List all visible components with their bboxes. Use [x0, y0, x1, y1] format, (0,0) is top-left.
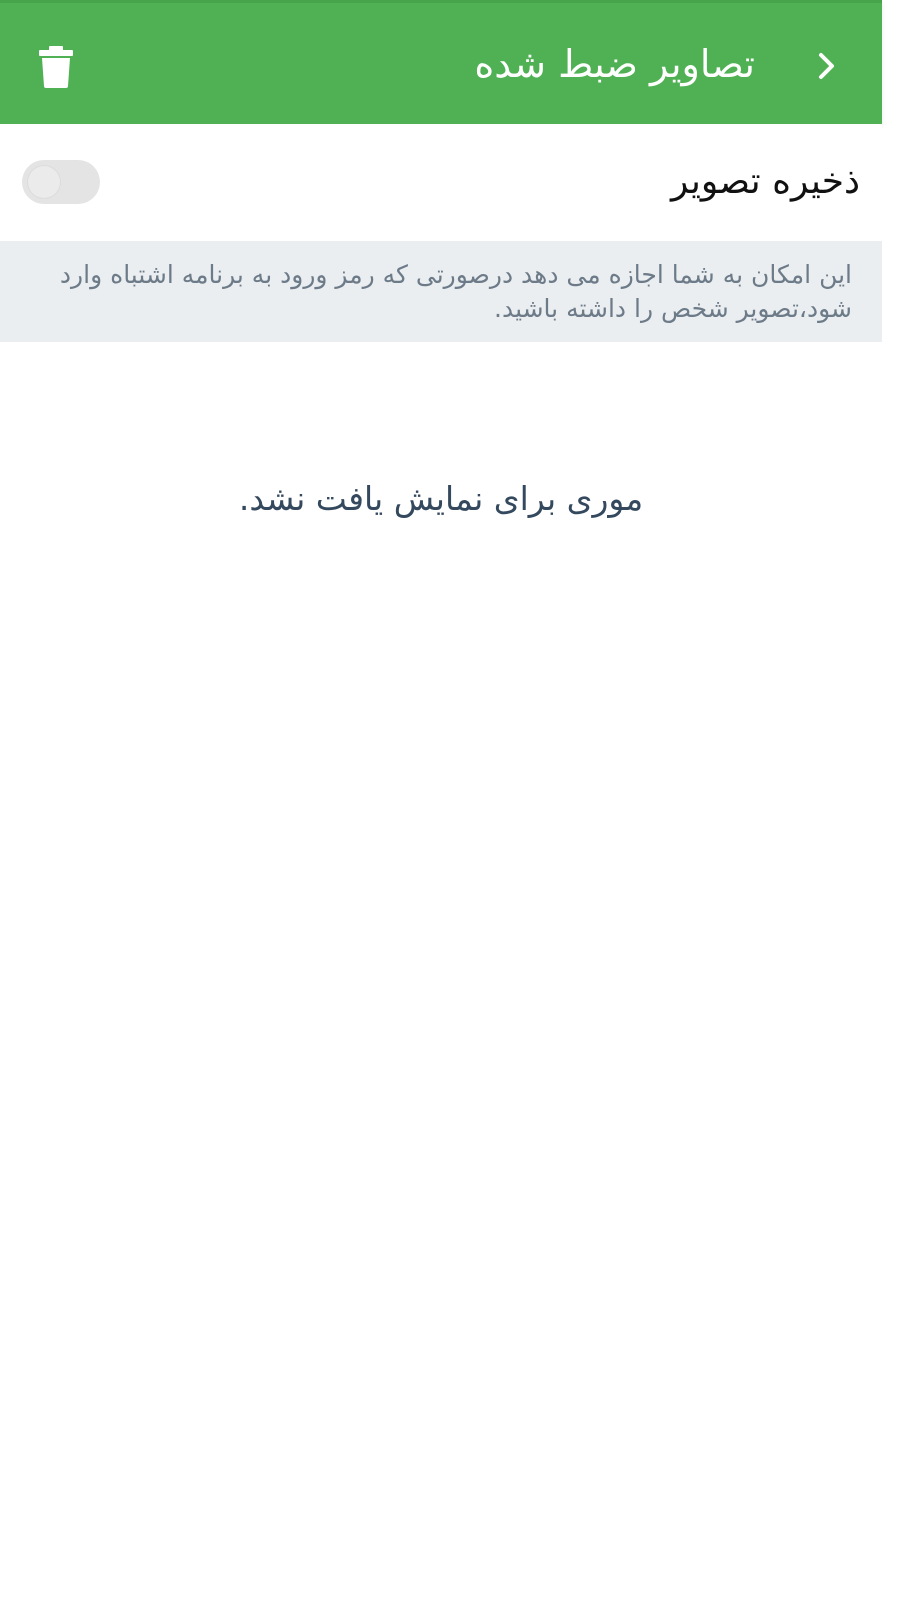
screen: تصاویر ضبط شده ذخیره تصویر این امکان به … — [0, 0, 900, 1600]
toggle-knob — [28, 166, 60, 198]
chevron-right-icon — [819, 53, 834, 79]
trash-icon — [39, 46, 73, 88]
back-button[interactable] — [802, 39, 852, 93]
page-title: تصاویر ضبط شده — [474, 42, 755, 86]
delete-button[interactable] — [28, 39, 84, 95]
save-image-setting-row: ذخیره تصویر — [0, 124, 882, 241]
save-image-label: ذخیره تصویر — [670, 161, 860, 202]
top-app-bar: تصاویر ضبط شده — [0, 0, 882, 124]
info-text: این امکان به شما اجازه می دهد درصورتی که… — [59, 260, 852, 323]
save-image-toggle[interactable] — [22, 160, 100, 204]
info-box: این امکان به شما اجازه می دهد درصورتی که… — [0, 241, 882, 342]
empty-state-message: موری برای نمایش یافت نشد. — [238, 479, 644, 518]
